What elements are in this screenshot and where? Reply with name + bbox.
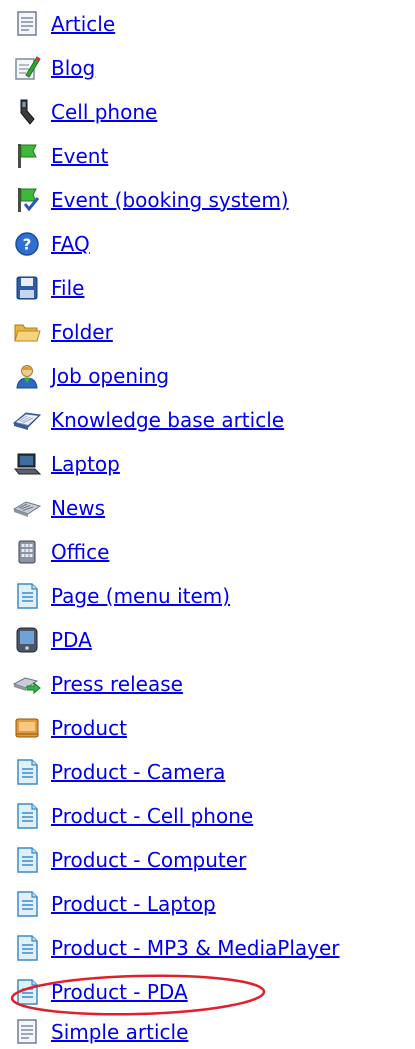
article-icon bbox=[12, 1017, 42, 1047]
svg-text:?: ? bbox=[23, 236, 32, 254]
list-item-simple-article[interactable]: Simple article bbox=[12, 1016, 188, 1048]
list-item-label[interactable]: Product - Camera bbox=[51, 760, 225, 784]
list-item-product-laptop[interactable]: Product - Laptop bbox=[12, 888, 216, 920]
list-item-label[interactable]: Page (menu item) bbox=[51, 584, 230, 608]
page-icon bbox=[12, 977, 42, 1007]
page-icon bbox=[12, 581, 42, 611]
list-item-product-camera[interactable]: Product - Camera bbox=[12, 756, 225, 788]
list-item-label[interactable]: Office bbox=[51, 540, 109, 564]
list-item-label[interactable]: Knowledge base article bbox=[51, 408, 284, 432]
list-item-label[interactable]: Folder bbox=[51, 320, 113, 344]
page-icon bbox=[12, 933, 42, 963]
page-icon bbox=[12, 801, 42, 831]
list-item-label[interactable]: File bbox=[51, 276, 84, 300]
list-item-label[interactable]: Product - MP3 & MediaPlayer bbox=[51, 936, 340, 960]
list-item-label[interactable]: Product - PDA bbox=[51, 980, 188, 1004]
list-item-page-menu-item[interactable]: Page (menu item) bbox=[12, 580, 230, 612]
list-item-press-release[interactable]: Press release bbox=[12, 668, 183, 700]
laptop-icon bbox=[12, 449, 42, 479]
list-item-label[interactable]: Blog bbox=[51, 56, 95, 80]
list-item-blog[interactable]: Blog bbox=[12, 52, 95, 84]
list-item-label[interactable]: Simple article bbox=[51, 1020, 188, 1044]
product-icon bbox=[12, 713, 42, 743]
list-item-folder[interactable]: Folder bbox=[12, 316, 113, 348]
list-item-product-mp3-mediaplayer[interactable]: Product - MP3 & MediaPlayer bbox=[12, 932, 340, 964]
page-icon bbox=[12, 757, 42, 787]
list-item-knowledge-base-article[interactable]: Knowledge base article bbox=[12, 404, 284, 436]
list-item-product-cell-phone[interactable]: Product - Cell phone bbox=[12, 800, 253, 832]
list-item-event-booking-system[interactable]: Event (booking system) bbox=[12, 184, 289, 216]
list-item-label[interactable]: Laptop bbox=[51, 452, 120, 476]
folder-icon bbox=[12, 317, 42, 347]
event-booking-icon bbox=[12, 185, 42, 215]
knowledge-base-icon bbox=[12, 405, 42, 435]
list-item-event[interactable]: Event bbox=[12, 140, 108, 172]
list-item-cell-phone[interactable]: Cell phone bbox=[12, 96, 157, 128]
file-floppy-icon bbox=[12, 273, 42, 303]
list-item-news[interactable]: News bbox=[12, 492, 105, 524]
list-item-label[interactable]: Cell phone bbox=[51, 100, 157, 124]
event-flag-icon bbox=[12, 141, 42, 171]
list-item-label[interactable]: Product - Computer bbox=[51, 848, 246, 872]
list-item-job-opening[interactable]: Job opening bbox=[12, 360, 169, 392]
page-icon bbox=[12, 845, 42, 875]
list-item-label[interactable]: Press release bbox=[51, 672, 183, 696]
list-item-file[interactable]: File bbox=[12, 272, 84, 304]
pda-icon bbox=[12, 625, 42, 655]
list-item-label[interactable]: Event bbox=[51, 144, 108, 168]
list-item-product[interactable]: Product bbox=[12, 712, 127, 744]
list-item-label[interactable]: Product - Laptop bbox=[51, 892, 216, 916]
office-icon bbox=[12, 537, 42, 567]
list-item-label[interactable]: News bbox=[51, 496, 105, 520]
faq-icon: ? bbox=[12, 229, 42, 259]
list-item-label[interactable]: Product bbox=[51, 716, 127, 740]
list-item-label[interactable]: Event (booking system) bbox=[51, 188, 289, 212]
list-item-faq[interactable]: ? FAQ bbox=[12, 228, 90, 260]
list-item-office[interactable]: Office bbox=[12, 536, 109, 568]
list-item-label[interactable]: FAQ bbox=[51, 232, 90, 256]
list-item-label[interactable]: Job opening bbox=[51, 364, 169, 388]
blog-icon bbox=[12, 53, 42, 83]
list-item-label[interactable]: Product - Cell phone bbox=[51, 804, 253, 828]
list-item-laptop[interactable]: Laptop bbox=[12, 448, 120, 480]
list-item-pda[interactable]: PDA bbox=[12, 624, 92, 656]
press-release-icon bbox=[12, 669, 42, 699]
article-icon bbox=[12, 9, 42, 39]
page-icon bbox=[12, 889, 42, 919]
list-item-product-pda[interactable]: Product - PDA bbox=[12, 976, 188, 1008]
job-opening-icon bbox=[12, 361, 42, 391]
list-item-label[interactable]: PDA bbox=[51, 628, 92, 652]
list-item-product-computer[interactable]: Product - Computer bbox=[12, 844, 246, 876]
cell-phone-icon bbox=[12, 97, 42, 127]
list-item-article[interactable]: Article bbox=[12, 8, 115, 40]
list-item-label[interactable]: Article bbox=[51, 12, 115, 36]
news-icon bbox=[12, 493, 42, 523]
